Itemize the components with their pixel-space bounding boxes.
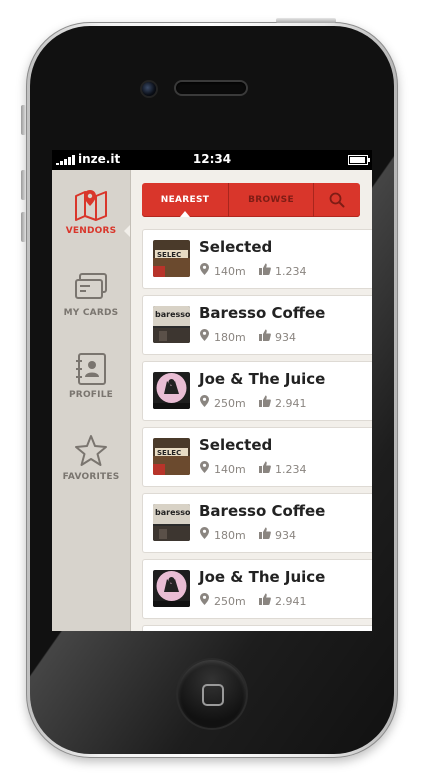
star-icon: [75, 435, 107, 466]
battery-icon: [348, 155, 370, 165]
svg-text:baresso: baresso: [155, 508, 190, 517]
sidebar-item-vendors[interactable]: VENDORS: [52, 188, 130, 258]
vendor-thumbnail: [153, 372, 190, 409]
location-pin-icon: [200, 329, 209, 341]
power-button: [276, 18, 336, 23]
status-time: 12:34: [192, 152, 232, 166]
vendor-name: Selected: [199, 238, 273, 256]
active-indicator: [124, 225, 130, 237]
tab-nearest[interactable]: NEAREST: [142, 183, 228, 217]
thumbs-up-icon: [259, 461, 271, 473]
vendor-name: Baresso Coffee: [199, 502, 326, 520]
vendor-thumbnail: baresso: [153, 306, 190, 343]
location-pin-icon: [200, 527, 209, 539]
tab-browse-label: BROWSE: [248, 195, 294, 205]
status-bar: inze.it 12:34: [52, 150, 372, 170]
list-item[interactable]: baresso Baresso Coffee 180m 934: [142, 493, 372, 553]
location-pin-icon: [200, 593, 209, 605]
thumbs-up-icon: [259, 593, 271, 605]
list-item-partial[interactable]: [142, 625, 372, 631]
thumbs-up-icon: [259, 395, 271, 407]
location-pin-icon: [200, 461, 209, 473]
vendor-likes: 2.941: [275, 595, 307, 608]
map-icon: [75, 190, 107, 221]
segmented-tabs: NEAREST BROWSE: [142, 183, 360, 217]
list-item[interactable]: SELEC Selected 140m 1.234: [142, 427, 372, 487]
sidebar: VENDORS MY CARDS PROFILE FAVORITES: [52, 170, 131, 631]
search-button[interactable]: [314, 183, 360, 217]
svg-text:SELEC: SELEC: [157, 251, 181, 259]
list-item[interactable]: Joe & The Juice 250m 2.941: [142, 361, 372, 421]
sidebar-item-my-cards[interactable]: MY CARDS: [52, 270, 130, 340]
vendor-likes: 1.234: [275, 463, 307, 476]
earpiece-speaker: [176, 82, 246, 94]
sidebar-item-profile[interactable]: PROFILE: [52, 352, 130, 422]
vendor-distance: 250m: [214, 397, 246, 410]
thumbs-up-icon: [259, 263, 271, 275]
contact-book-icon: [76, 353, 106, 385]
vendor-likes: 2.941: [275, 397, 307, 410]
search-icon: [329, 192, 345, 208]
sidebar-label-profile: PROFILE: [69, 390, 113, 400]
list-item[interactable]: Joe & The Juice 250m 2.941: [142, 559, 372, 619]
sidebar-label-vendors: VENDORS: [65, 226, 117, 236]
app-screen: inze.it 12:34 VENDORS MY CARDS PROFILE F…: [52, 150, 372, 631]
sidebar-item-favorites[interactable]: FAVORITES: [52, 434, 130, 504]
cards-icon: [75, 273, 107, 299]
mute-switch: [21, 105, 26, 135]
volume-up-button: [21, 170, 26, 200]
vendor-name: Selected: [199, 436, 273, 454]
location-pin-icon: [200, 263, 209, 275]
vendor-likes: 934: [275, 331, 296, 344]
location-pin-icon: [200, 395, 209, 407]
tab-nearest-label: NEAREST: [160, 195, 210, 205]
sidebar-label-my-cards: MY CARDS: [63, 308, 119, 318]
vendor-distance: 250m: [214, 595, 246, 608]
home-button[interactable]: [178, 660, 246, 728]
vendor-name: Joe & The Juice: [199, 568, 326, 586]
list-item[interactable]: SELEC Selected 140m 1.234: [142, 229, 372, 289]
tab-selected-caret: [180, 211, 190, 217]
vendor-likes: 934: [275, 529, 296, 542]
vendor-distance: 140m: [214, 463, 246, 476]
vendor-likes: 1.234: [275, 265, 307, 278]
sidebar-label-favorites: FAVORITES: [62, 472, 120, 482]
vendor-name: Baresso Coffee: [199, 304, 326, 322]
vendor-distance: 140m: [214, 265, 246, 278]
list-item[interactable]: baresso Baresso Coffee 180m 934: [142, 295, 372, 355]
vendor-thumbnail: SELEC: [153, 438, 190, 475]
vendor-distance: 180m: [214, 529, 246, 542]
volume-down-button: [21, 212, 26, 242]
vendor-distance: 180m: [214, 331, 246, 344]
svg-text:baresso: baresso: [155, 310, 190, 319]
vendor-name: Joe & The Juice: [199, 370, 326, 388]
vendor-thumbnail: [153, 570, 190, 607]
vendor-thumbnail: baresso: [153, 504, 190, 541]
thumbs-up-icon: [259, 329, 271, 341]
vendor-thumbnail: SELEC: [153, 240, 190, 277]
home-square-icon: [202, 684, 224, 706]
front-camera: [142, 82, 156, 96]
svg-text:SELEC: SELEC: [157, 449, 181, 457]
tab-browse[interactable]: BROWSE: [229, 183, 313, 217]
thumbs-up-icon: [259, 527, 271, 539]
